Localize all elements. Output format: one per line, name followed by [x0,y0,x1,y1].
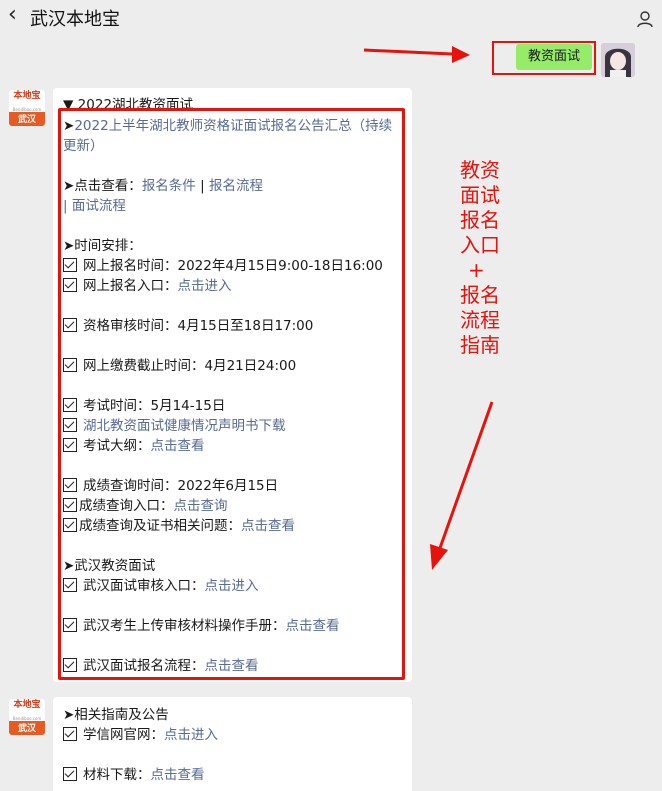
link-materials[interactable]: 点击查看 [151,767,205,783]
user-avatar[interactable] [601,43,635,77]
link-chsi[interactable]: 点击进入 [164,727,218,743]
user-message-text: 教资面试 [527,49,580,64]
checklist-item: 材料下载：点击查看 [63,765,205,785]
chevron-left-icon[interactable]: ‹ [8,2,17,27]
person-icon[interactable] [636,10,654,28]
chat-title: 武汉本地宝 [30,9,120,30]
user-message-bubble[interactable]: 教资面试 [516,44,592,70]
logo-text-bottom: 武汉 [9,721,45,735]
checklist-item: 学信网官网：点击进入 [63,725,218,745]
annotation-text: 教资 面试 报名 入口 + 报名 流程 指南 [460,158,500,357]
bot-avatar[interactable]: 本地宝 Bendibao.com 武汉 [9,90,45,126]
checkbox-icon [63,727,77,741]
logo-text-bottom: 武汉 [9,112,45,126]
arrow-down-annotation [430,401,494,570]
arrow-right-annotation [363,46,470,63]
section-heading: ➤相关指南及公告 [63,707,169,723]
bot-avatar[interactable]: 本地宝 Bendibao.com 武汉 [9,699,45,735]
highlight-box-card [58,108,405,680]
user-avatar-image [601,43,635,77]
checkbox-icon [63,767,77,781]
chat-header: ‹ 武汉本地宝 [0,0,662,36]
